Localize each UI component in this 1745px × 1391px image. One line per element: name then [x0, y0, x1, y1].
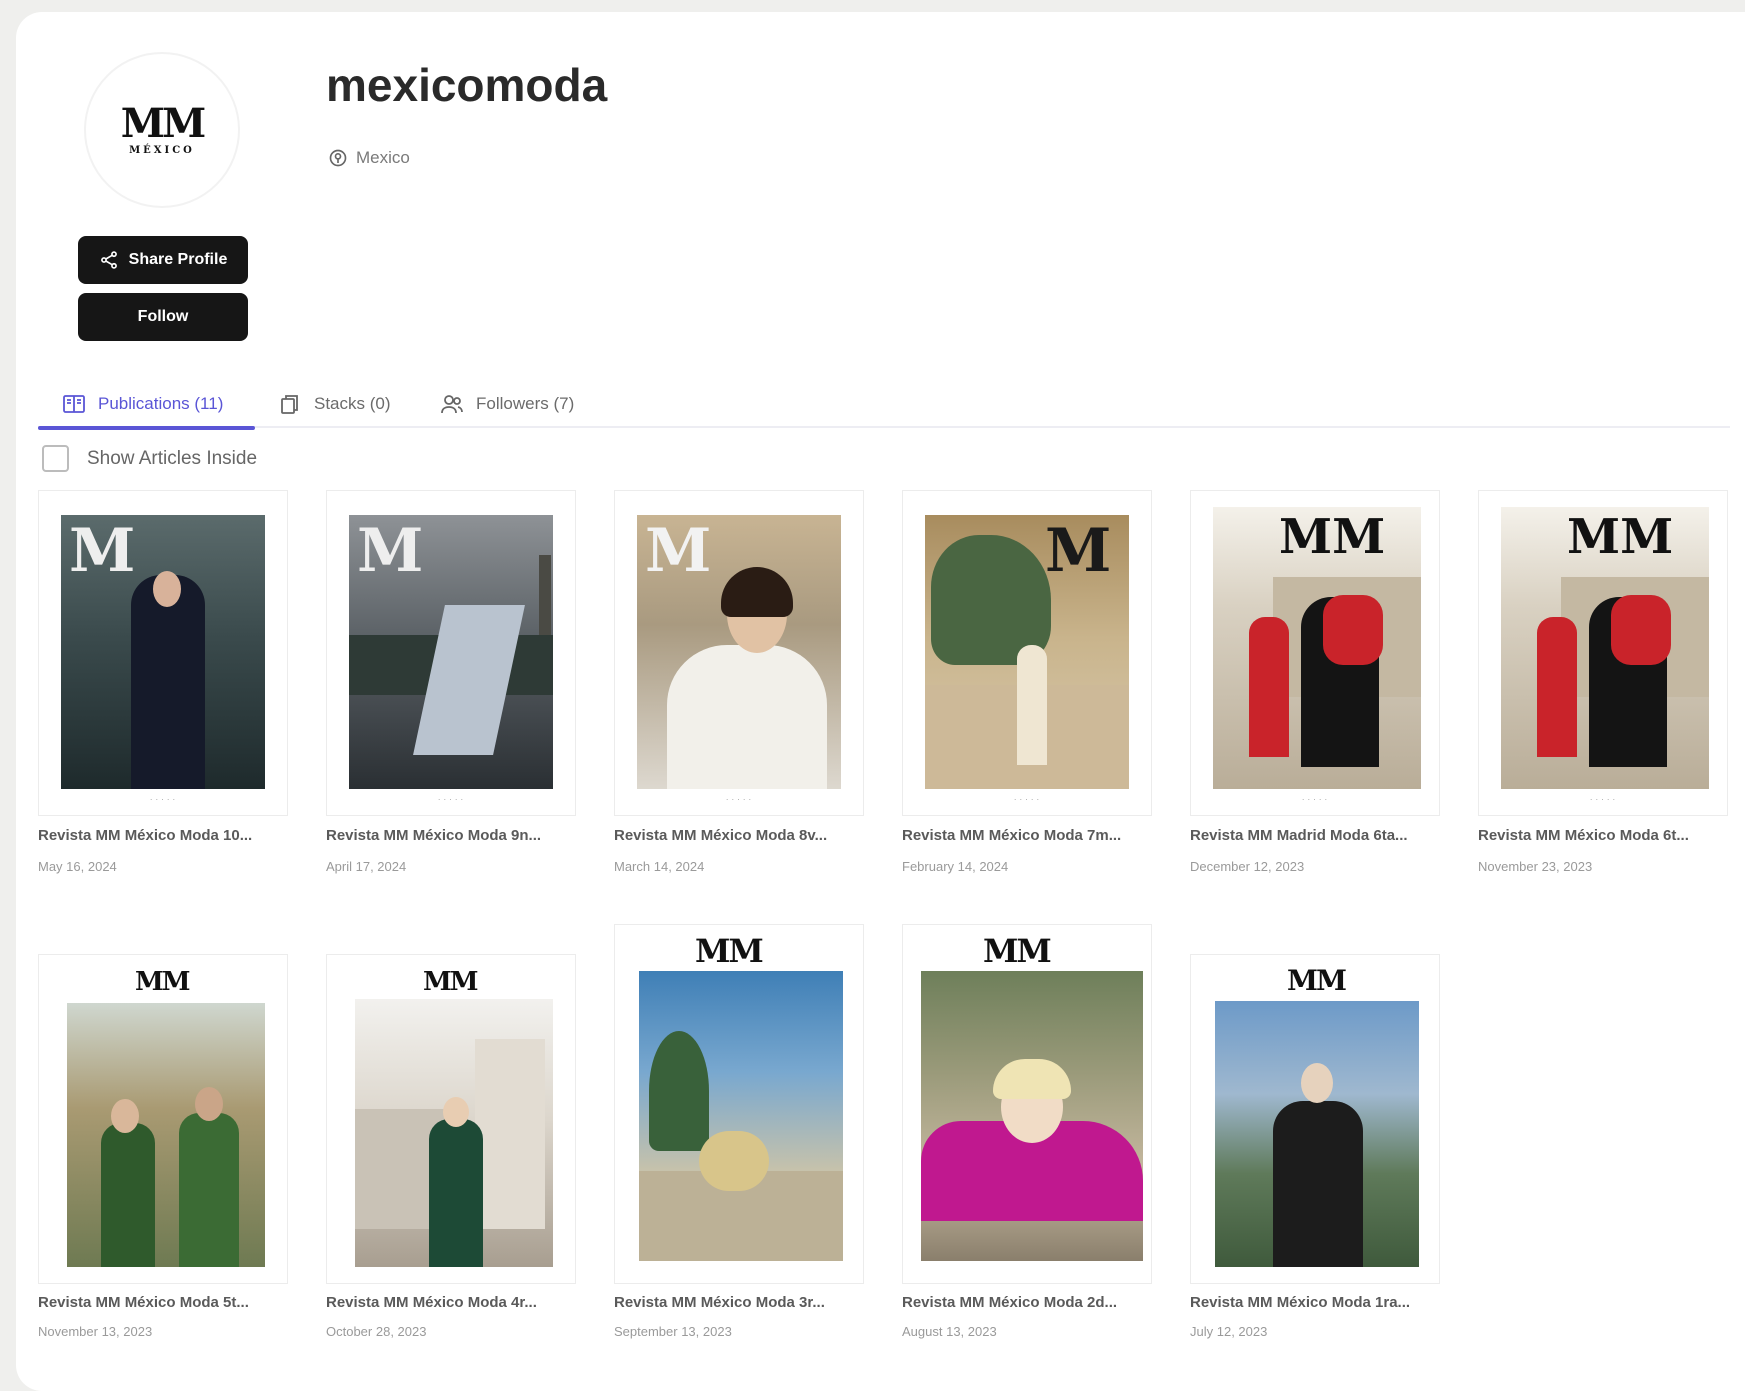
- publication-cover[interactable]: MM: [1501, 507, 1709, 789]
- publication-cover-frame[interactable]: M · · · · ·: [902, 490, 1152, 816]
- tab-stacks-label: Stacks (0): [314, 394, 391, 413]
- cover-strip: · · · · ·: [1191, 797, 1439, 807]
- publication-date: July 12, 2023: [1190, 1324, 1268, 1339]
- tab-stacks[interactable]: Stacks (0): [278, 380, 391, 428]
- avatar[interactable]: MM MÉXICO: [84, 52, 240, 208]
- publication-cover[interactable]: M: [349, 515, 553, 789]
- cover-strip: · · · · ·: [615, 797, 863, 807]
- publication-cover[interactable]: M: [637, 515, 841, 789]
- cover-logo: MM: [1287, 964, 1347, 997]
- publication-cover-frame[interactable]: M · · · · ·: [38, 490, 288, 816]
- cover-logo: MM: [1567, 509, 1674, 565]
- cover-logo: MM: [695, 932, 764, 970]
- publication-cover[interactable]: MM: [1213, 507, 1421, 789]
- location: Mexico: [328, 148, 410, 168]
- profile-logo: MM MÉXICO: [121, 104, 207, 156]
- followers-icon: [441, 395, 463, 414]
- publication-title[interactable]: Revista MM México Moda 1ra...: [1190, 1294, 1440, 1311]
- publication-cover[interactable]: M: [61, 515, 265, 789]
- cover-logo: M: [357, 516, 424, 586]
- share-profile-button[interactable]: Share Profile: [78, 236, 248, 284]
- share-icon: [100, 251, 117, 269]
- tab-followers-label: Followers (7): [476, 394, 575, 413]
- publication-date: May 16, 2024: [38, 859, 117, 874]
- tab-followers[interactable]: Followers (7): [440, 380, 574, 428]
- publication-date: November 23, 2023: [1478, 859, 1593, 874]
- publication-cover[interactable]: [1215, 1001, 1419, 1267]
- stacks-icon: [281, 395, 298, 414]
- publication-cover-frame[interactable]: MM · · · · ·: [1190, 490, 1440, 816]
- follow-button[interactable]: Follow: [78, 293, 248, 341]
- logo-text: MM: [120, 100, 207, 147]
- publication-cover-frame[interactable]: MM: [1190, 954, 1440, 1284]
- publication-title[interactable]: Revista MM México Moda 10...: [38, 827, 288, 844]
- location-pin-icon: [329, 149, 347, 167]
- publication-cover-frame[interactable]: M · · · · ·: [326, 490, 576, 816]
- publication-cover[interactable]: M: [925, 515, 1129, 789]
- publication-title[interactable]: Revista MM México Moda 5t...: [38, 1294, 288, 1311]
- publication-title[interactable]: Revista MM Madrid Moda 6ta...: [1190, 827, 1440, 844]
- cover-logo: M: [69, 516, 136, 586]
- logo-subtext: MÉXICO: [129, 145, 195, 156]
- cover-strip: · · · · ·: [39, 797, 287, 807]
- publication-cover-frame[interactable]: MM: [326, 954, 576, 1284]
- cover-strip: · · · · ·: [1479, 797, 1727, 807]
- publication-date: March 14, 2024: [614, 859, 705, 874]
- cover-logo: MM: [423, 967, 479, 997]
- share-profile-label: Share Profile: [128, 251, 228, 268]
- publication-date: December 12, 2023: [1190, 859, 1305, 874]
- publication-cover-frame[interactable]: MM: [902, 924, 1152, 1284]
- publication-cover-frame[interactable]: M · · · · ·: [614, 490, 864, 816]
- publication-date: April 17, 2024: [326, 859, 407, 874]
- cover-logo: MM: [983, 932, 1052, 970]
- tab-publications-label: Publications (11): [98, 394, 224, 413]
- publication-title[interactable]: Revista MM México Moda 6t...: [1478, 827, 1714, 844]
- publications-icon: [63, 395, 85, 413]
- publication-title[interactable]: Revista MM México Moda 9n...: [326, 827, 576, 844]
- cover-strip: · · · · ·: [327, 797, 575, 807]
- cover-logo: MM: [1279, 509, 1386, 565]
- publication-title[interactable]: Revista MM México Moda 7m...: [902, 827, 1152, 844]
- publication-date: February 14, 2024: [902, 859, 1009, 874]
- publication-cover-frame[interactable]: MM: [614, 924, 864, 1284]
- cover-strip: · · · · ·: [903, 797, 1151, 807]
- publication-date: August 13, 2023: [902, 1324, 997, 1339]
- cover-logo: M: [645, 516, 712, 586]
- profile-name: mexicomoda: [326, 59, 608, 111]
- publication-title[interactable]: Revista MM México Moda 2d...: [902, 1294, 1152, 1311]
- publication-cover[interactable]: [921, 971, 1143, 1261]
- publication-title[interactable]: Revista MM México Moda 8v...: [614, 827, 864, 844]
- publication-cover[interactable]: [355, 999, 553, 1267]
- publication-cover[interactable]: [67, 1003, 265, 1267]
- publication-cover-frame[interactable]: MM · · · · ·: [1478, 490, 1728, 816]
- show-articles-checkbox[interactable]: [42, 445, 69, 472]
- publication-date: November 13, 2023: [38, 1324, 153, 1339]
- show-articles-label: Show Articles Inside: [87, 447, 258, 469]
- publication-title[interactable]: Revista MM México Moda 4r...: [326, 1294, 576, 1311]
- publication-date: October 28, 2023: [326, 1324, 427, 1339]
- publication-cover-frame[interactable]: MM: [38, 954, 288, 1284]
- cover-logo: MM: [135, 967, 191, 997]
- show-articles-toggle[interactable]: Show Articles Inside: [42, 445, 257, 472]
- profile-tabs: Publications (11) Stacks (0) Followers (…: [38, 380, 1730, 430]
- cover-logo: M: [1045, 516, 1112, 586]
- location-text: Mexico: [356, 148, 410, 167]
- publication-title[interactable]: Revista MM México Moda 3r...: [614, 1294, 864, 1311]
- publication-date: September 13, 2023: [614, 1324, 732, 1339]
- publication-cover[interactable]: [639, 971, 843, 1261]
- tab-publications[interactable]: Publications (11): [38, 380, 255, 430]
